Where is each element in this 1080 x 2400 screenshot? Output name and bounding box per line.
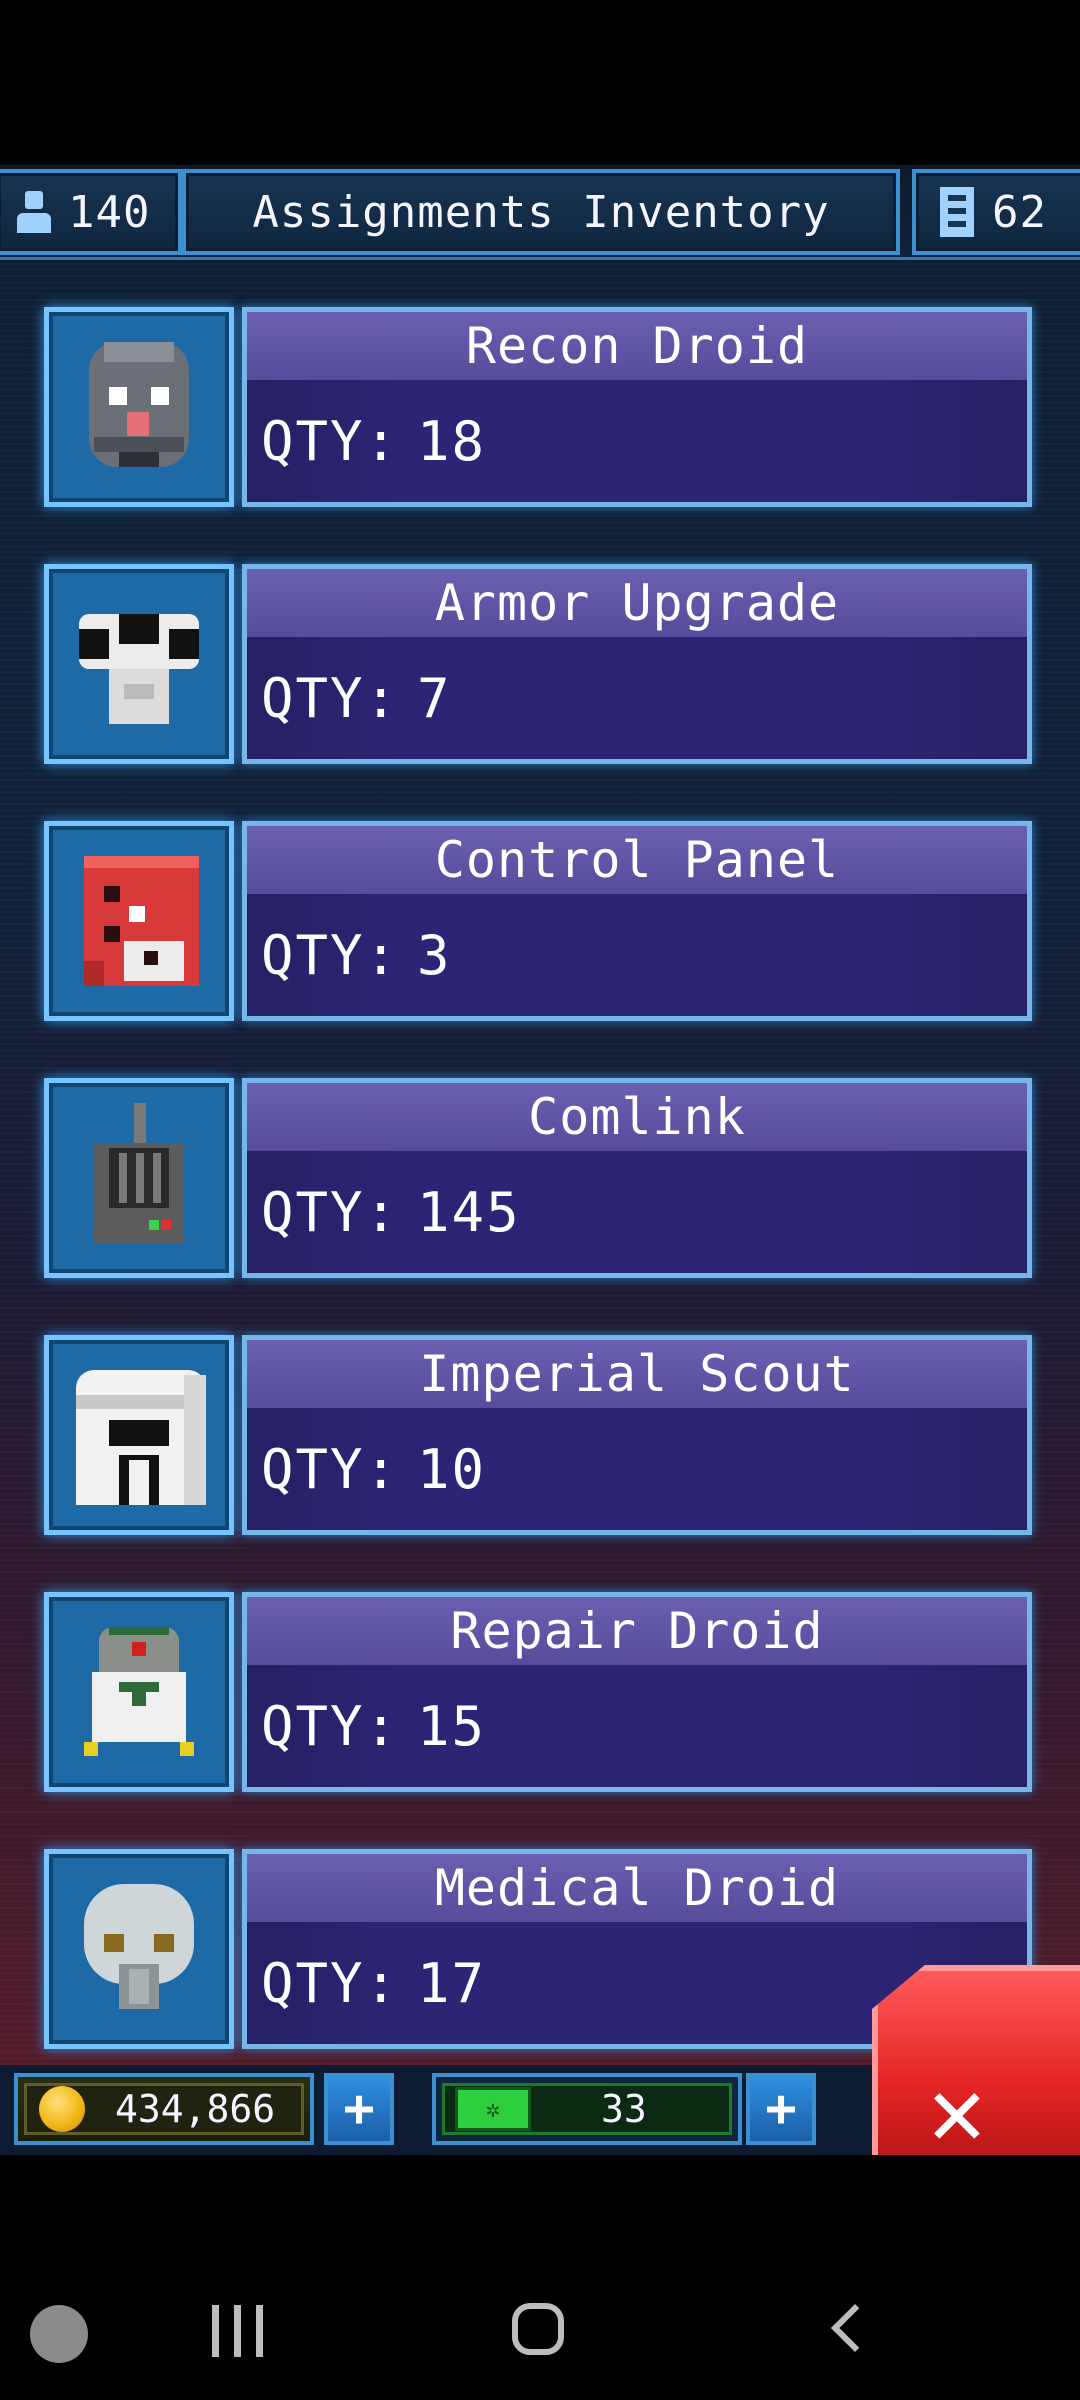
list-item[interactable]: Armor Upgrade QTY: 7	[38, 550, 1038, 770]
control-panel-icon	[64, 841, 214, 1001]
item-qty: QTY: 10	[247, 1408, 1027, 1530]
page-title: Assignments Inventory	[252, 186, 830, 238]
item-icon-frame	[44, 821, 234, 1021]
item-icon-frame	[44, 564, 234, 764]
buy-coins-button[interactable]: +	[324, 2073, 394, 2145]
resource-bar: 434,866 + ✲ 33 + ✕	[0, 1965, 1080, 2155]
qty-label: QTY:	[261, 1180, 400, 1244]
item-name: Control Panel	[247, 826, 1027, 894]
item-qty: QTY: 18	[247, 380, 1027, 502]
item-card[interactable]: Comlink QTY: 145	[242, 1078, 1032, 1278]
qty-value: 145	[417, 1180, 521, 1244]
repair-droid-icon	[64, 1612, 214, 1772]
qty-value: 17	[417, 1951, 487, 2015]
item-qty: QTY: 15	[247, 1665, 1027, 1787]
qty-label: QTY:	[261, 1437, 400, 1501]
floors-icon	[940, 187, 974, 237]
qty-value: 18	[417, 409, 487, 473]
back-icon[interactable]	[830, 2303, 864, 2355]
coin-icon	[39, 2086, 85, 2132]
system-nav-bar	[0, 2155, 1080, 2400]
qty-value: 7	[417, 666, 452, 730]
game-launcher-icon[interactable]	[30, 2305, 88, 2363]
item-name: Armor Upgrade	[247, 569, 1027, 637]
item-name: Recon Droid	[247, 312, 1027, 380]
bux-icon: ✲	[455, 2087, 531, 2131]
item-name: Comlink	[247, 1083, 1027, 1151]
qty-label: QTY:	[261, 1951, 400, 2015]
coins-counter: 434,866	[14, 2073, 314, 2145]
qty-value: 3	[417, 923, 452, 987]
game-screen: 140 Assignments Inventory 62 Recon Droid…	[0, 165, 1080, 2155]
home-icon[interactable]	[512, 2303, 564, 2355]
item-name: Medical Droid	[247, 1854, 1027, 1922]
qty-label: QTY:	[261, 923, 400, 987]
item-name: Repair Droid	[247, 1597, 1027, 1665]
comlink-icon	[64, 1098, 214, 1258]
item-icon-frame	[44, 307, 234, 507]
status-bar-area	[0, 0, 1080, 165]
list-item[interactable]: Recon Droid QTY: 18	[38, 293, 1038, 513]
floors-value: 62	[992, 186, 1047, 238]
item-qty: QTY: 145	[247, 1151, 1027, 1273]
recents-icon[interactable]	[210, 2305, 266, 2357]
person-icon	[14, 189, 54, 235]
qty-label: QTY:	[261, 1694, 400, 1758]
qty-label: QTY:	[261, 409, 400, 473]
item-card[interactable]: Control Panel QTY: 3	[242, 821, 1032, 1021]
qty-value: 10	[417, 1437, 487, 1501]
bux-value: 33	[601, 2087, 647, 2131]
list-item[interactable]: Control Panel QTY: 3	[38, 807, 1038, 1027]
item-icon-frame	[44, 1849, 234, 2049]
close-icon: ✕	[928, 2055, 986, 2155]
list-item[interactable]: Repair Droid QTY: 15	[38, 1578, 1038, 1798]
hud-header: 140 Assignments Inventory 62	[0, 165, 1080, 260]
item-name: Imperial Scout	[247, 1340, 1027, 1408]
item-card[interactable]: Repair Droid QTY: 15	[242, 1592, 1032, 1792]
list-item[interactable]: Comlink QTY: 145	[38, 1064, 1038, 1284]
qty-label: QTY:	[261, 666, 400, 730]
bux-counter: ✲ 33	[432, 2073, 742, 2145]
list-item[interactable]: Imperial Scout QTY: 10	[38, 1321, 1038, 1541]
item-card[interactable]: Armor Upgrade QTY: 7	[242, 564, 1032, 764]
item-qty: QTY: 3	[247, 894, 1027, 1016]
item-card[interactable]: Imperial Scout QTY: 10	[242, 1335, 1032, 1535]
coins-value: 434,866	[115, 2087, 276, 2131]
item-icon-frame	[44, 1335, 234, 1535]
title-plate: Assignments Inventory	[182, 169, 900, 255]
item-qty: QTY: 7	[247, 637, 1027, 759]
imperial-scout-icon	[64, 1355, 214, 1515]
population-counter: 140	[0, 169, 182, 255]
floor-counter: 62	[912, 169, 1080, 255]
armor-upgrade-icon	[64, 584, 214, 744]
item-icon-frame	[44, 1078, 234, 1278]
buy-bux-button[interactable]: +	[746, 2073, 816, 2145]
medical-droid-icon	[64, 1869, 214, 2029]
population-value: 140	[68, 186, 151, 238]
close-button[interactable]: ✕	[872, 1965, 1080, 2155]
qty-value: 15	[417, 1694, 487, 1758]
recon-droid-icon	[64, 327, 214, 487]
item-card[interactable]: Recon Droid QTY: 18	[242, 307, 1032, 507]
item-icon-frame	[44, 1592, 234, 1792]
